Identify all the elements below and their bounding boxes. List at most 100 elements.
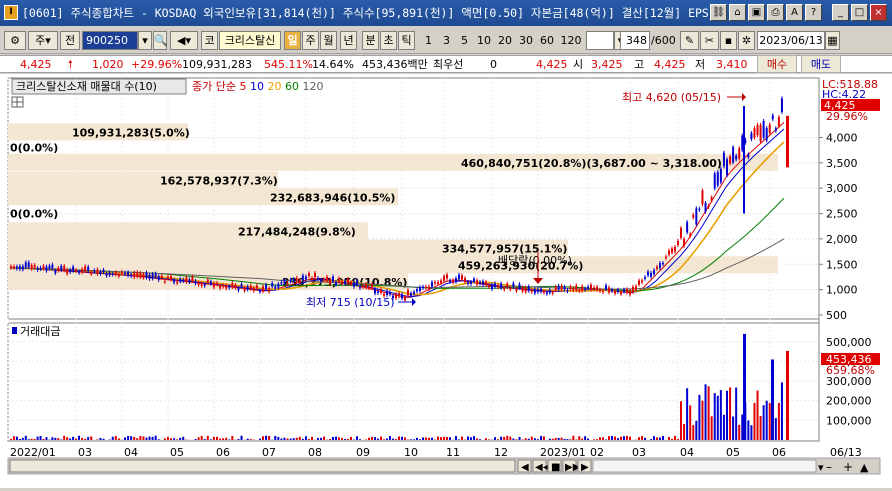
candle-body bbox=[422, 287, 424, 288]
date-tick-label: 08 bbox=[308, 446, 322, 459]
interval-yearly[interactable]: 년 bbox=[340, 31, 357, 50]
candle-body bbox=[268, 288, 270, 291]
candle-body bbox=[219, 286, 221, 288]
trade-amount-bar bbox=[222, 438, 224, 440]
interval-tick[interactable]: 틱 bbox=[398, 31, 415, 50]
legend-title: 크리스탈신소재 매물대 수(10) bbox=[16, 80, 157, 93]
candle-body bbox=[210, 281, 212, 283]
trade-amount-bar bbox=[179, 438, 181, 440]
period-select[interactable]: 주▾ bbox=[28, 31, 58, 50]
trade-amount-bar bbox=[139, 436, 141, 440]
candle-body bbox=[308, 273, 310, 276]
home-icon[interactable]: ⌂ bbox=[729, 4, 746, 21]
minute-opt-1[interactable]: 1 bbox=[420, 31, 437, 50]
custom-interval-input[interactable] bbox=[586, 31, 614, 50]
candle-body bbox=[757, 125, 759, 135]
trade-amount-bar bbox=[389, 436, 391, 440]
pdf-icon[interactable]: A bbox=[786, 4, 803, 21]
candle-body bbox=[81, 269, 83, 272]
minute-opt-10[interactable]: 10 bbox=[474, 31, 494, 50]
trade-amount-bar bbox=[708, 386, 710, 440]
date-tick-label: 04 bbox=[680, 446, 694, 459]
minute-opt-20[interactable]: 20 bbox=[495, 31, 515, 50]
pin-icon[interactable]: ✎ bbox=[680, 31, 699, 50]
candle-body bbox=[437, 282, 439, 284]
count-input[interactable]: 348 bbox=[620, 31, 650, 50]
candle-body bbox=[644, 277, 646, 279]
candle-body bbox=[605, 285, 607, 289]
tool-icon[interactable]: ✂ bbox=[700, 31, 719, 50]
print-icon[interactable]: ⎙ bbox=[767, 4, 784, 21]
minute-opt-3[interactable]: 3 bbox=[438, 31, 455, 50]
volume-profile-label: 460,840,751(20.8%)(3,687.00 ~ 3,318.00) bbox=[461, 157, 722, 170]
link-icon[interactable]: ⛓ bbox=[710, 4, 727, 21]
candle-body bbox=[326, 277, 328, 281]
minimize-button[interactable]: _ bbox=[832, 4, 849, 21]
menu-icon[interactable]: ▾ bbox=[818, 461, 824, 474]
interval-minute[interactable]: 분 bbox=[362, 31, 379, 50]
candle-body bbox=[31, 265, 33, 269]
minute-opt-5[interactable]: 5 bbox=[456, 31, 473, 50]
trade-amount-bar bbox=[130, 436, 132, 440]
volume-tick-label: 200,000 bbox=[826, 395, 872, 408]
zoom-out-icon[interactable]: – bbox=[826, 460, 832, 474]
interval-weekly[interactable]: 주 bbox=[302, 31, 319, 50]
candle-body bbox=[674, 247, 676, 252]
minute-opt-120[interactable]: 120 bbox=[558, 31, 584, 50]
minute-opt-30[interactable]: 30 bbox=[516, 31, 536, 50]
candle-body bbox=[452, 280, 454, 282]
scroll-track[interactable] bbox=[593, 460, 816, 472]
candle-body bbox=[763, 121, 765, 138]
candle-body bbox=[413, 292, 415, 294]
trade-amount-bar bbox=[265, 436, 267, 440]
candle-body bbox=[497, 285, 499, 287]
stock-chart[interactable]: 109,931,283(5.0%)0(0.0%)460,840,751(20.8… bbox=[0, 74, 892, 488]
interval-daily[interactable]: 일 bbox=[284, 31, 301, 50]
stock-name: 크리스탈신 bbox=[219, 31, 281, 50]
date-input[interactable]: 2023/06/13 bbox=[757, 31, 825, 50]
trade-amount-bar bbox=[115, 436, 117, 440]
candle-body bbox=[760, 125, 762, 141]
calendar-icon[interactable]: ▦ bbox=[825, 31, 840, 50]
candle-body bbox=[188, 279, 190, 282]
trade-amount-bar bbox=[69, 438, 71, 440]
candle-body bbox=[732, 147, 734, 162]
code-dropdown[interactable]: ▾ bbox=[138, 31, 152, 50]
window-icon[interactable]: ▣ bbox=[748, 4, 765, 21]
sound-icon[interactable]: ◀▾ bbox=[170, 31, 198, 50]
count-total: /600 bbox=[650, 31, 678, 50]
help-icon[interactable]: ? bbox=[805, 4, 822, 21]
candle-body bbox=[290, 280, 292, 282]
save-icon[interactable]: ▪ bbox=[720, 31, 737, 50]
jeon-button[interactable]: 전 bbox=[60, 31, 80, 50]
close-button[interactable]: × bbox=[870, 4, 887, 21]
settings-icon[interactable]: ⚙ bbox=[4, 31, 26, 50]
gear-icon[interactable]: ✲ bbox=[738, 31, 755, 50]
candle-body bbox=[347, 279, 349, 282]
candle-body bbox=[683, 239, 685, 246]
scroll-thumb[interactable] bbox=[10, 460, 515, 472]
candle-body bbox=[735, 156, 737, 160]
volume-profile-label: 232,683,946(10.5%) bbox=[270, 191, 395, 204]
maximize-button[interactable]: □ bbox=[851, 4, 868, 21]
stock-code-input[interactable]: 900250 bbox=[82, 31, 138, 50]
buy-button[interactable]: 매수 bbox=[757, 55, 797, 73]
minute-opt-60[interactable]: 60 bbox=[537, 31, 557, 50]
volume-current-pct: 659.68% bbox=[826, 364, 875, 377]
zoom-in-icon[interactable]: + bbox=[843, 460, 853, 474]
kind-button[interactable]: 코 bbox=[201, 31, 218, 50]
candle-body bbox=[127, 272, 129, 275]
candle-body bbox=[647, 272, 649, 276]
candle-body bbox=[512, 283, 514, 286]
candle-body bbox=[714, 173, 716, 188]
trade-amount-bar bbox=[63, 436, 65, 440]
candle-body bbox=[407, 290, 409, 295]
sell-button[interactable]: 매도 bbox=[801, 55, 841, 73]
candle-body bbox=[121, 272, 123, 273]
interval-monthly[interactable]: 월 bbox=[320, 31, 337, 50]
zoom-reset-icon[interactable]: ▲ bbox=[860, 461, 869, 474]
interval-second[interactable]: 초 bbox=[380, 31, 397, 50]
candle-body bbox=[57, 268, 59, 271]
search-icon[interactable]: 🔍 bbox=[153, 31, 167, 50]
candle-body bbox=[142, 274, 144, 278]
